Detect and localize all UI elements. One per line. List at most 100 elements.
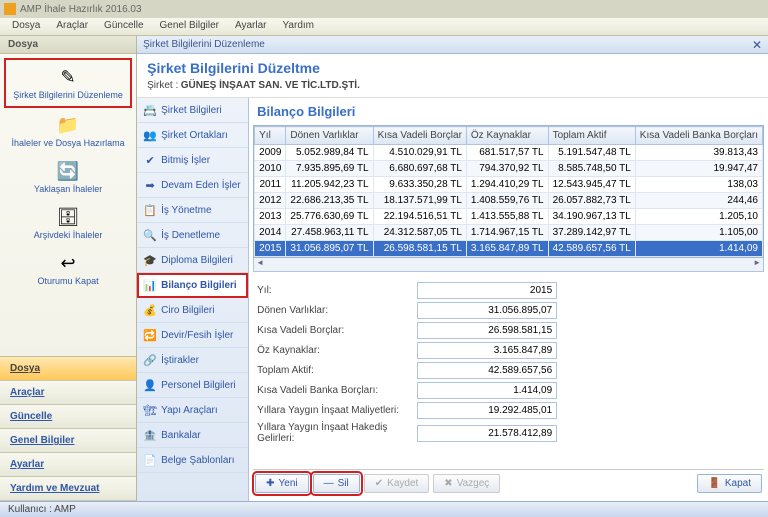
nav-güncelle[interactable]: Güncelle <box>0 405 136 429</box>
side-item[interactable]: ✔ Bitmiş İşler <box>137 148 248 173</box>
menu-yardım[interactable]: Yardım <box>275 18 323 35</box>
side-icon: 📊 <box>143 278 157 292</box>
side-nav: 📇Şirket Bilgileri👥Şirket Ortakları ✔ Bitmi… <box>137 98 249 501</box>
side-item[interactable]: 🎓Diploma Bilgileri <box>137 248 248 273</box>
side-icon: 💰 <box>143 303 157 317</box>
menu-araçlar[interactable]: Araçlar <box>48 18 96 35</box>
form-label: Yıl: <box>257 285 417 296</box>
close-icon[interactable]: ✕ <box>752 38 762 52</box>
quick-link[interactable]: 🗄Arşivdeki İhaleler <box>4 200 132 246</box>
nav-araçlar[interactable]: Araçlar <box>0 381 136 405</box>
side-item[interactable]: 🔍İş Denetleme <box>137 223 248 248</box>
form-row: Yıl:2015 <box>257 282 760 299</box>
side-icon: 📋 <box>143 203 157 217</box>
column-header[interactable]: Kısa Vadeli Borçlar <box>373 127 466 145</box>
form-value[interactable]: 26.598.581,15 <box>417 322 557 339</box>
side-item[interactable]: 🏦 Bankalar <box>137 423 248 448</box>
side-item[interactable]: 🏗Yapı Araçları <box>137 398 248 423</box>
side-icon: 📇 <box>143 103 157 117</box>
kapat-button[interactable]: 🚪Kapat <box>697 474 762 493</box>
table-row[interactable]: 201325.776.630,69 TL22.194.516,51 TL1.41… <box>255 209 763 225</box>
sil-button[interactable]: —Sil <box>313 474 360 493</box>
side-item[interactable]: 👤Personel Bilgileri <box>137 373 248 398</box>
menubar: DosyaAraçlarGüncelleGenel BilgilerAyarla… <box>0 18 768 36</box>
side-item[interactable]: ➡Devam Eden İşler <box>137 173 248 198</box>
table-row[interactable]: 20095.052.989,84 TL4.510.029,91 TL681.51… <box>255 145 763 161</box>
table-row[interactable]: 201111.205.942,23 TL9.633.350,28 TL1.294… <box>255 177 763 193</box>
side-item[interactable]: 🔗İştirakler <box>137 348 248 373</box>
check-icon: ✔ <box>375 478 383 489</box>
form-row: Yıllara Yaygın İnşaat Maliyetleri:19.292… <box>257 402 760 419</box>
form-value[interactable]: 42.589.657,56 <box>417 362 557 379</box>
column-header[interactable]: Yıl <box>255 127 286 145</box>
quick-label: Oturumu Kapat <box>38 276 99 286</box>
yeni-button[interactable]: ✚Yeni <box>255 474 309 493</box>
app-title: AMP İhale Hazırlık 2016.03 <box>20 4 142 15</box>
dialog-titlebar: Şirket Bilgilerini Düzenleme ✕ <box>137 36 768 54</box>
side-label: İş Denetleme <box>161 230 220 241</box>
side-label: Bankalar <box>161 430 200 441</box>
side-icon: 👤 <box>143 378 157 392</box>
company-name: GÜNEŞ İNŞAAT SAN. VE TİC.LTD.ŞTİ. <box>181 80 360 91</box>
table-row[interactable]: 201531.056.895,07 TL26.598.581,15 TL3.16… <box>255 241 763 257</box>
menu-dosya[interactable]: Dosya <box>4 18 48 35</box>
quick-icon: 🗄 <box>54 206 82 228</box>
form-area: Yıl:2015Dönen Varlıklar:31.056.895,07Kıs… <box>253 272 764 451</box>
menu-genel bilgiler[interactable]: Genel Bilgiler <box>152 18 227 35</box>
form-value[interactable]: 2015 <box>417 282 557 299</box>
form-row: Toplam Aktif:42.589.657,56 <box>257 362 760 379</box>
side-item[interactable]: 📊 Bilanço Bilgileri <box>137 273 248 298</box>
side-label: Devir/Fesih İşler <box>161 330 233 341</box>
table-row[interactable]: 201222.686.213,35 TL18.137.571,99 TL1.40… <box>255 193 763 209</box>
side-item[interactable]: 🔁Devir/Fesih İşler <box>137 323 248 348</box>
form-value[interactable]: 19.292.485,01 <box>417 402 557 419</box>
side-item[interactable]: 💰Ciro Bilgileri <box>137 298 248 323</box>
form-value[interactable]: 31.056.895,07 <box>417 302 557 319</box>
quick-label: İhaleler ve Dosya Hazırlama <box>12 138 125 148</box>
dialog-title: Şirket Bilgilerini Düzenleme <box>143 39 265 50</box>
dialog-header: Şirket Bilgilerini Düzeltme Şirket : GÜN… <box>137 54 768 98</box>
side-icon: 🎓 <box>143 253 157 267</box>
side-item[interactable]: 📇Şirket Bilgileri <box>137 98 248 123</box>
form-row: Kısa Vadeli Banka Borçları:1.414,09 <box>257 382 760 399</box>
vazgec-button[interactable]: ✖Vazgeç <box>433 474 500 493</box>
quick-link[interactable]: ↩Oturumu Kapat <box>4 246 132 292</box>
nav-yardım-ve-mevzuat[interactable]: Yardım ve Mevzuat <box>0 477 136 501</box>
nav-dosya[interactable]: Dosya <box>0 357 136 381</box>
menu-ayarlar[interactable]: Ayarlar <box>227 18 275 35</box>
side-item[interactable]: 👥Şirket Ortakları <box>137 123 248 148</box>
side-label: Devam Eden İşler <box>161 180 240 191</box>
side-item[interactable]: 📋İş Yönetme <box>137 198 248 223</box>
horizontal-scrollbar[interactable] <box>253 258 764 272</box>
menu-güncelle[interactable]: Güncelle <box>96 18 151 35</box>
side-label: Belge Şablonları <box>161 455 234 466</box>
content-heading: Bilanço Bilgileri <box>253 102 764 125</box>
grid[interactable]: YılDönen VarlıklarKısa Vadeli BorçlarÖz … <box>253 125 764 258</box>
form-value[interactable]: 3.165.847,89 <box>417 342 557 359</box>
quick-link[interactable]: 📁İhaleler ve Dosya Hazırlama <box>4 108 132 154</box>
table-row[interactable]: 20107.935.895,69 TL6.680.697,68 TL794.37… <box>255 161 763 177</box>
form-label: Öz Kaynaklar: <box>257 345 417 356</box>
column-header[interactable]: Toplam Aktif <box>548 127 635 145</box>
quick-link[interactable]: 🔄Yaklaşan İhaleler <box>4 154 132 200</box>
form-label: Toplam Aktif: <box>257 365 417 376</box>
form-value[interactable]: 21.578.412,89 <box>417 425 557 442</box>
form-value[interactable]: 1.414,09 <box>417 382 557 399</box>
column-header[interactable]: Dönen Varlıklar <box>286 127 373 145</box>
nav-genel-bilgiler[interactable]: Genel Bilgiler <box>0 429 136 453</box>
column-header[interactable]: Kısa Vadeli Banka Borçları <box>635 127 762 145</box>
table-row[interactable]: 201427.458.963,11 TL24.312.587,05 TL1.71… <box>255 225 763 241</box>
form-label: Yıllara Yaygın İnşaat Maliyetleri: <box>257 405 417 416</box>
side-item[interactable]: 📄Belge Şablonları <box>137 448 248 473</box>
side-label: Bilanço Bilgileri <box>161 280 237 291</box>
nav-ayarlar[interactable]: Ayarlar <box>0 453 136 477</box>
column-header[interactable]: Öz Kaynaklar <box>466 127 548 145</box>
kaydet-button[interactable]: ✔Kaydet <box>364 474 430 493</box>
side-icon: 🏦 <box>143 428 157 442</box>
side-label: Bitmiş İşler <box>161 155 210 166</box>
side-icon: ✔ <box>143 153 157 167</box>
quick-link[interactable]: ✎Şirket Bilgilerini Düzenleme <box>4 58 132 108</box>
left-panel: Dosya ✎Şirket Bilgilerini Düzenleme📁İhal… <box>0 36 137 501</box>
door-icon: 🚪 <box>708 478 720 489</box>
side-label: Yapı Araçları <box>161 405 218 416</box>
